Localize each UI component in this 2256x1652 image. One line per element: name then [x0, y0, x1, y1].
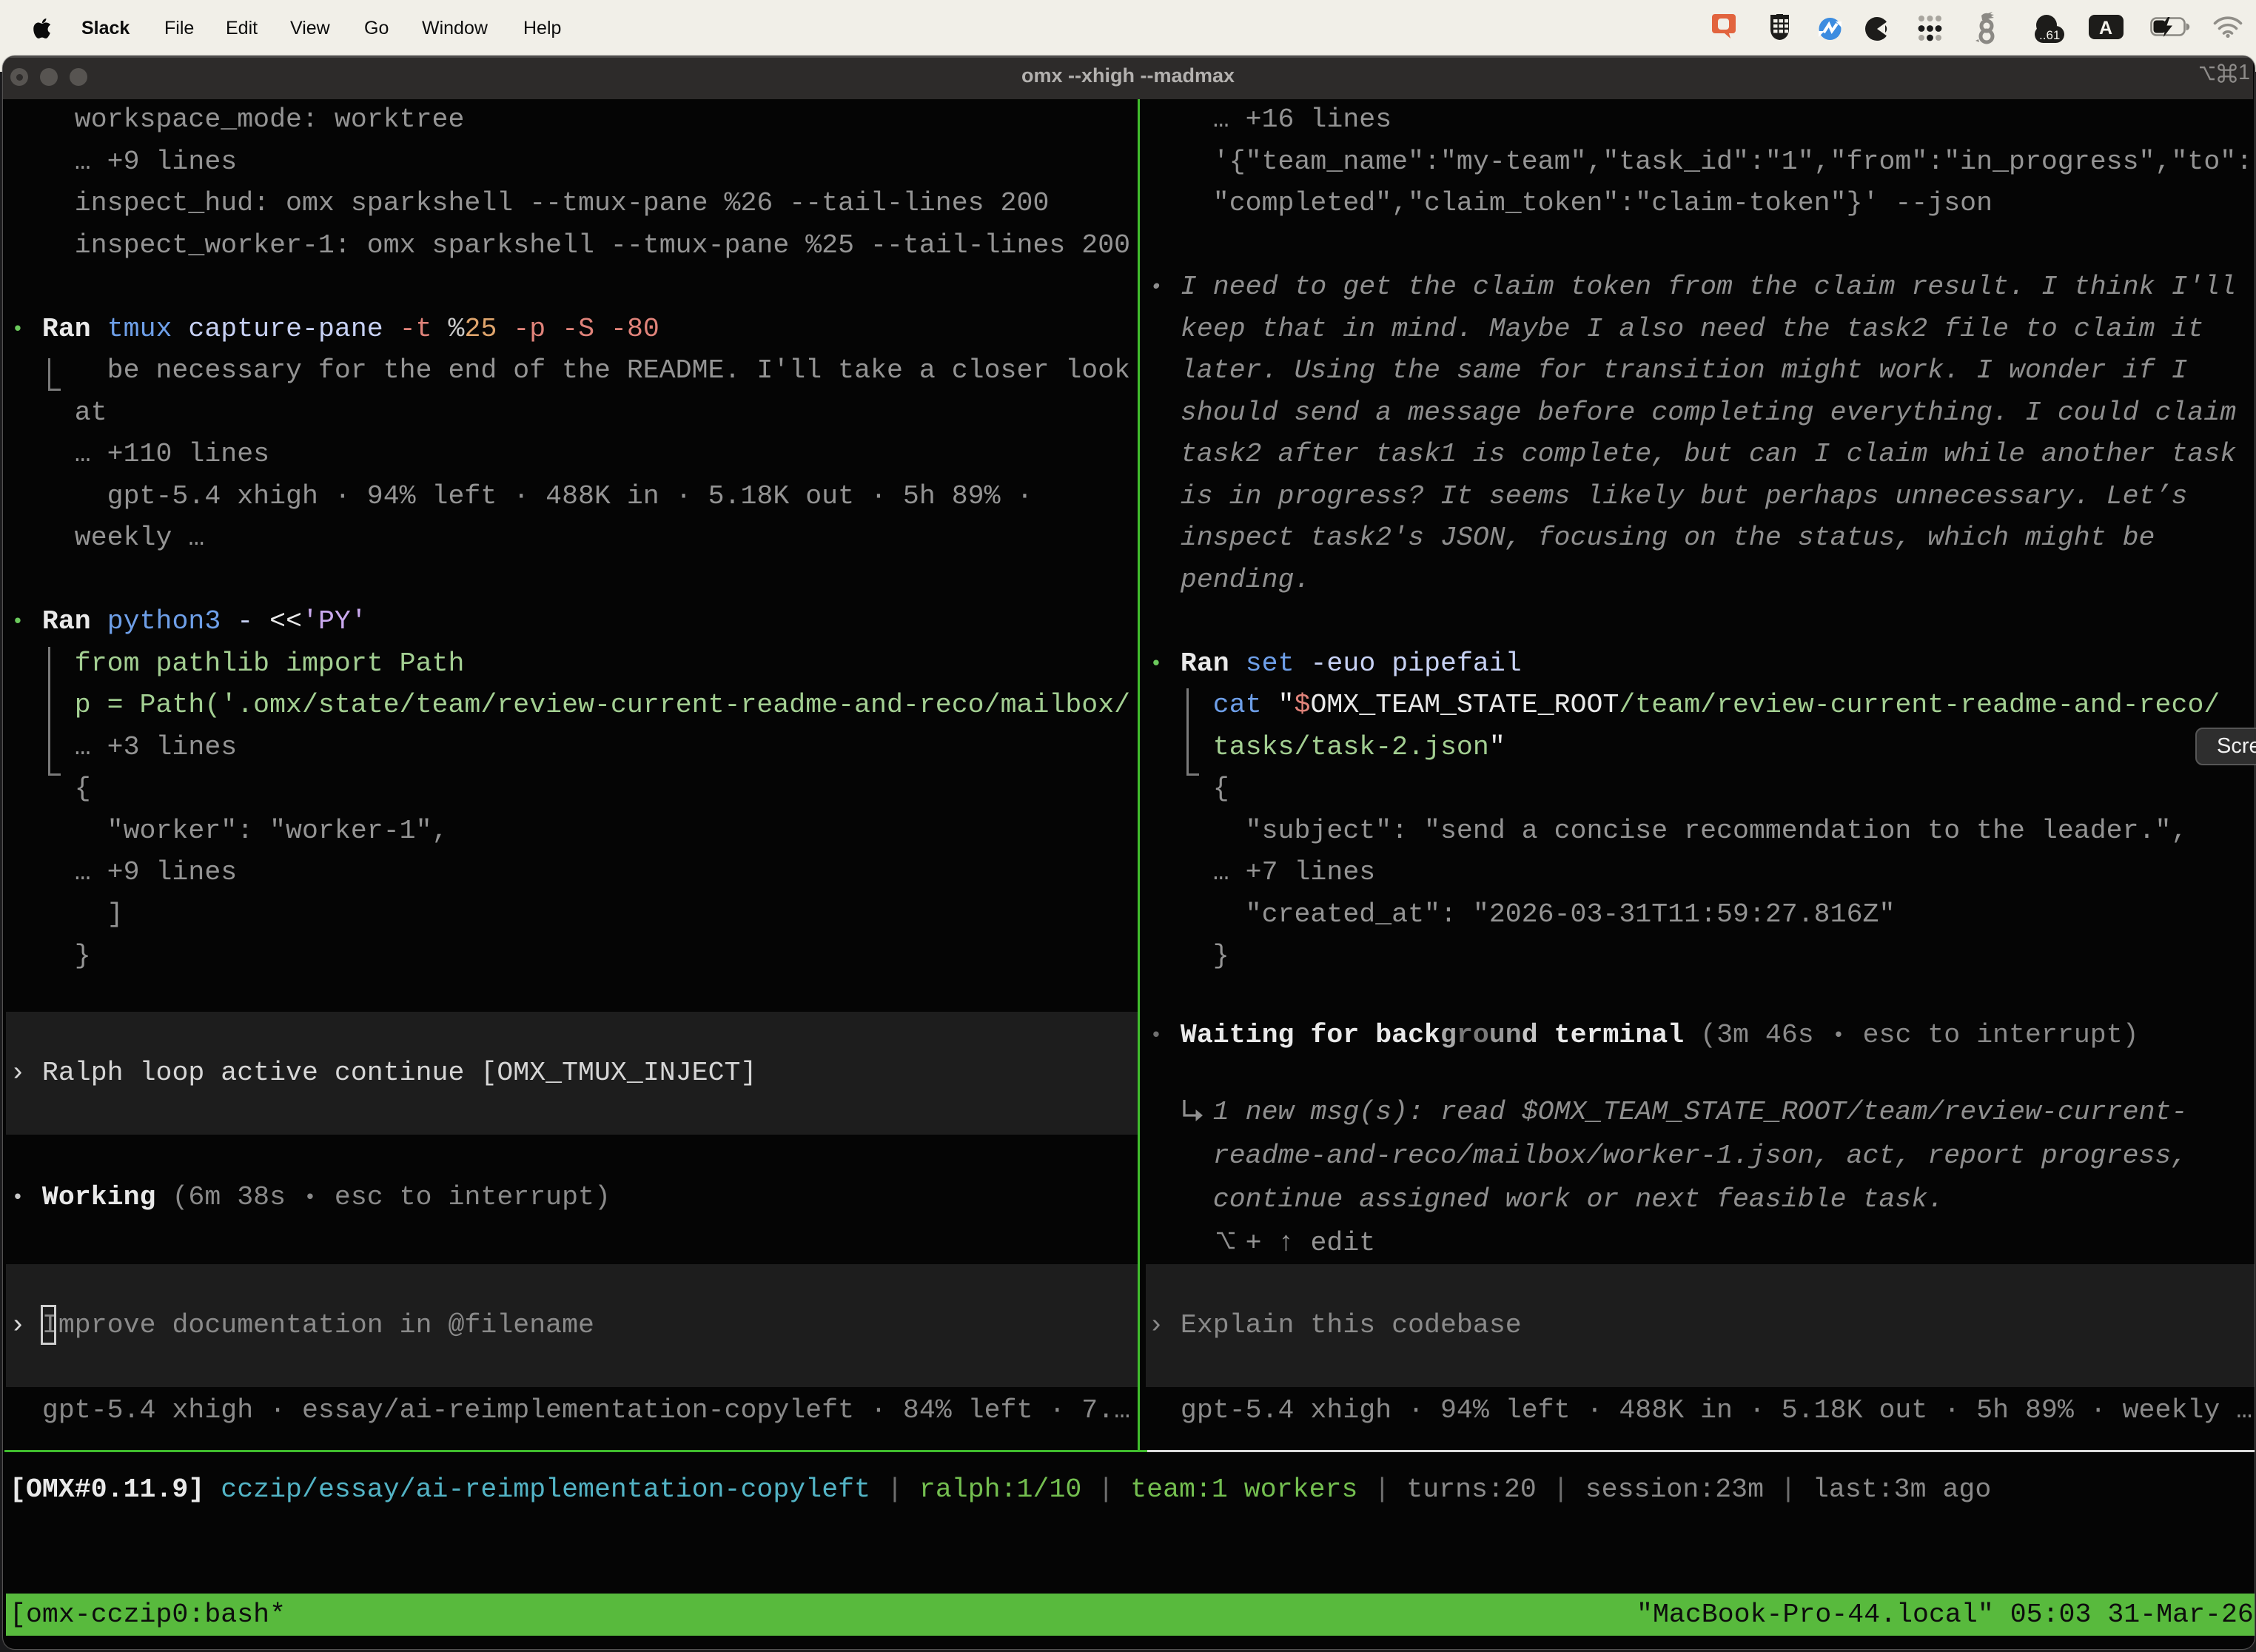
svg-text:..61: ..61 [2039, 28, 2060, 42]
svg-text:A: A [2099, 18, 2112, 38]
